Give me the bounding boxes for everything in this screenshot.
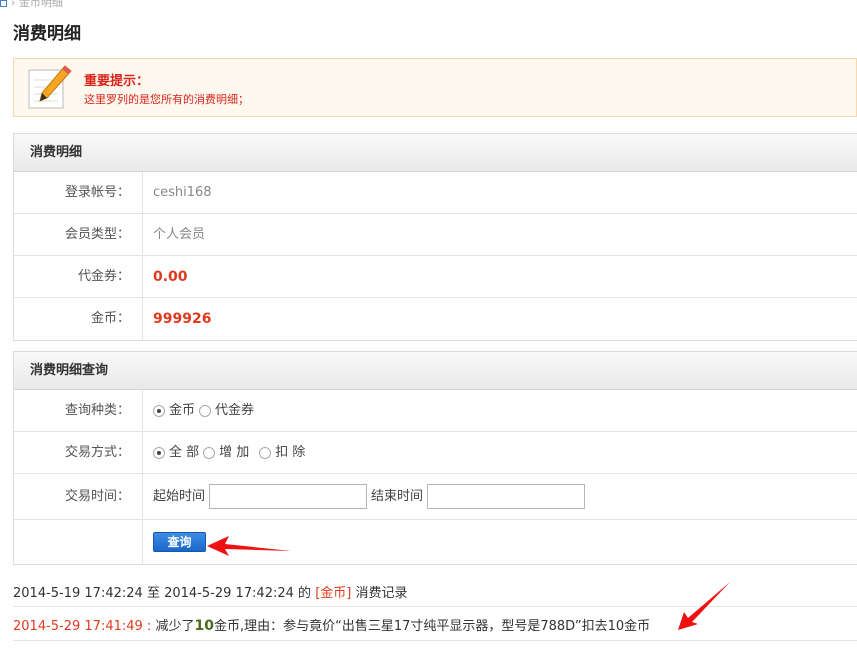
- query-panel-header: 消费明细查询: [14, 352, 857, 390]
- voucher-label: 代金券：: [14, 256, 143, 297]
- gold-label: 金币：: [14, 298, 143, 340]
- home-icon[interactable]: [0, 0, 7, 7]
- radio-increase-label[interactable]: 增 加: [219, 432, 249, 474]
- record-divider: [13, 640, 857, 641]
- query-type-label: 查询种类：: [14, 390, 143, 431]
- summary-suffix: 消费记录: [355, 586, 408, 601]
- red-arrow-icon-2: [678, 582, 730, 630]
- trade-time-row: 交易时间： 起始时间 结束时间: [14, 474, 857, 520]
- login-account-label: 登录帐号：: [14, 172, 143, 213]
- start-time-input[interactable]: [209, 484, 368, 509]
- summary-to: 至: [146, 586, 160, 601]
- radio-gold-label[interactable]: 金币: [169, 390, 195, 432]
- voucher-row: 代金券： 0.00: [14, 256, 857, 298]
- start-time-label: 起始时间: [153, 488, 206, 504]
- query-type-row: 查询种类： 金币 代金券: [14, 390, 857, 432]
- radio-gold[interactable]: [153, 404, 165, 417]
- gold-row: 金币： 999926: [14, 298, 857, 340]
- radio-all-label[interactable]: 全 部: [169, 432, 199, 474]
- record-amount: 10: [194, 618, 214, 634]
- submit-row: 查询: [14, 520, 857, 564]
- radio-voucher[interactable]: [199, 404, 212, 417]
- submit-row-label: [14, 520, 143, 564]
- radio-deduct[interactable]: [259, 446, 272, 459]
- radio-increase[interactable]: [203, 446, 216, 459]
- breadcrumb: › 金币明细: [0, 0, 63, 9]
- summary-start: 2014-5-19 17:42:24: [13, 586, 143, 601]
- record-prefix: 减少了: [155, 619, 195, 634]
- trade-mode-options: 全 部 增 加 扣 除: [143, 432, 857, 473]
- end-time-label: 结束时间: [371, 488, 424, 504]
- record-item: 2014-5-29 17:41:49 : 减少了10金币,理由：参与竟价“出售三…: [13, 615, 650, 634]
- end-time-input[interactable]: [427, 484, 586, 509]
- radio-deduct-label[interactable]: 扣 除: [275, 432, 305, 474]
- query-button[interactable]: 查询: [153, 532, 206, 552]
- notice-text: 这里罗列的是您所有的消费明细；: [84, 93, 249, 106]
- account-panel-header: 消费明细: [14, 134, 857, 172]
- query-panel: 消费明细查询 查询种类： 金币 代金券 交易方式： 全 部 增 加 扣 除 交易…: [13, 351, 857, 565]
- notice-title: 重要提示：: [84, 74, 150, 89]
- gold-value: 999926: [153, 311, 212, 327]
- summary-currency: [金币]: [315, 586, 352, 601]
- member-type-value: 个人会员: [153, 226, 206, 242]
- notice-box: 重要提示： 这里罗列的是您所有的消费明细；: [13, 58, 857, 117]
- account-row: 登录帐号： ceshi168: [14, 172, 857, 214]
- query-type-options: 金币 代金券: [143, 390, 857, 431]
- pencil-note-icon: [28, 65, 72, 109]
- trade-time-fields: 起始时间 结束时间: [143, 474, 857, 519]
- record-text: 金币,理由：参与竟价“出售三星17寸纯平显示器，型号是788D”扣去10金币: [213, 619, 651, 634]
- summary-end: 2014-5-29 17:42:24: [164, 586, 294, 601]
- member-type-label: 会员类型：: [14, 214, 143, 255]
- trade-mode-label: 交易方式：: [14, 432, 143, 473]
- record-date: 2014-5-29 17:41:49 :: [13, 619, 152, 634]
- red-arrow-icon: [207, 536, 291, 556]
- voucher-value: 0.00: [153, 268, 188, 285]
- summary-of: 的: [298, 586, 312, 601]
- trade-mode-row: 交易方式： 全 部 增 加 扣 除: [14, 432, 857, 474]
- member-type-row: 会员类型： 个人会员: [14, 214, 857, 256]
- breadcrumb-text[interactable]: › 金币明细: [11, 0, 63, 9]
- record-summary: 2014-5-19 17:42:24 至 2014-5-29 17:42:24 …: [13, 582, 408, 601]
- login-account-value: ceshi168: [153, 184, 212, 200]
- page-title: 消费明细: [13, 24, 81, 44]
- trade-time-label: 交易时间：: [14, 474, 143, 519]
- radio-all[interactable]: [153, 446, 165, 459]
- radio-voucher-label[interactable]: 代金券: [215, 390, 254, 432]
- account-panel: 消费明细 登录帐号： ceshi168 会员类型： 个人会员 代金券： 0.00…: [13, 133, 857, 341]
